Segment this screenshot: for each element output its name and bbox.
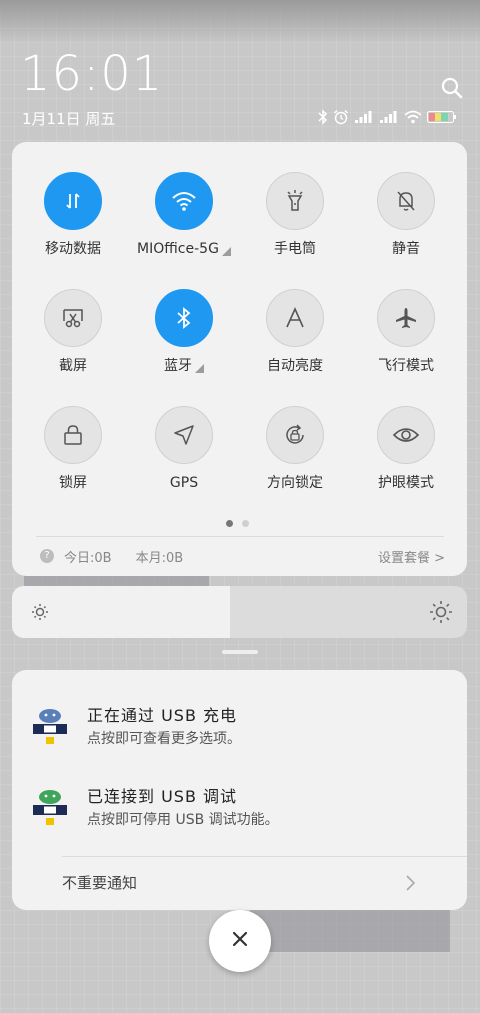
set-plan-link[interactable]: 设置套餐 > — [378, 547, 445, 566]
airplane-icon — [377, 289, 435, 347]
tile-bluetooth[interactable]: 蓝牙 — [129, 289, 239, 375]
screenshot-icon — [44, 289, 102, 347]
auto-brightness-icon — [266, 289, 324, 347]
expand-indicator — [221, 246, 231, 256]
notification-subtitle: 点按即可停用 USB 调试功能。 — [87, 812, 279, 828]
tile-label: MIOffice-5G — [137, 241, 219, 257]
panel-divider — [36, 536, 444, 537]
signal-icon — [354, 110, 374, 124]
close-icon — [231, 930, 249, 952]
notification-title: 已连接到 USB 调试 — [87, 787, 238, 806]
drag-handle[interactable] — [222, 650, 258, 654]
tile-gps[interactable]: GPS — [129, 406, 239, 492]
unimportant-notifications[interactable]: 不重要通知 — [62, 867, 422, 897]
clock: 16:01 — [20, 46, 164, 102]
brightness-high-icon — [429, 600, 453, 628]
date-label: 1月11日 周五 — [22, 110, 116, 128]
tile-label: 护眼模式 — [378, 475, 434, 491]
tile-wifi[interactable]: MIOffice-5G — [129, 172, 239, 258]
quick-settings-panel: 移动数据 MIOffice-5G 手电筒 静音 截屏 蓝牙 自动亮度 飞行模式 … — [12, 142, 467, 576]
tile-label: 移动数据 — [45, 241, 101, 257]
notification-divider — [62, 856, 467, 857]
wifi-icon — [404, 110, 422, 124]
brightness-slider[interactable] — [12, 586, 467, 638]
tile-label: 飞行模式 — [378, 358, 434, 374]
android-love-icon — [30, 785, 70, 829]
rotation-lock-icon — [266, 406, 324, 464]
tile-label: 蓝牙 — [164, 358, 192, 374]
page-indicator — [226, 520, 249, 527]
notification-panel: 正在通过 USB 充电 点按即可查看更多选项。 已连接到 USB 调试 点按即可… — [12, 670, 467, 910]
tile-label: 方向锁定 — [267, 475, 323, 491]
gps-icon — [155, 406, 213, 464]
tile-flashlight[interactable]: 手电筒 — [240, 172, 350, 258]
tile-label: 截屏 — [59, 358, 87, 374]
usage-today: 今日:0B — [64, 550, 112, 566]
notification-usb-charging[interactable]: 正在通过 USB 充电 点按即可查看更多选项。 — [12, 698, 467, 760]
android-love-icon — [30, 704, 70, 748]
tile-eye-care[interactable]: 护眼模式 — [351, 406, 461, 492]
tile-airplane[interactable]: 飞行模式 — [351, 289, 461, 375]
wifi-icon — [155, 172, 213, 230]
signal-icon-2 — [379, 110, 399, 124]
bluetooth-icon — [155, 289, 213, 347]
page-dot-active — [226, 520, 233, 527]
page-dot — [242, 520, 249, 527]
tile-label: 自动亮度 — [267, 358, 323, 374]
brightness-low-icon — [30, 602, 50, 626]
notification-title: 正在通过 USB 充电 — [87, 706, 238, 725]
silent-icon — [377, 172, 435, 230]
eye-icon — [377, 406, 435, 464]
status-area: 16:01 1月11日 周五 — [0, 0, 480, 132]
tile-label: 锁屏 — [59, 475, 87, 491]
tile-label: 静音 — [392, 241, 420, 257]
tile-auto-brightness[interactable]: 自动亮度 — [240, 289, 350, 375]
notification-subtitle: 点按即可查看更多选项。 — [87, 731, 241, 747]
tile-silent[interactable]: 静音 — [351, 172, 461, 258]
tile-lock-screen[interactable]: 锁屏 — [18, 406, 128, 492]
battery-icon — [427, 110, 457, 124]
mobile-data-icon — [44, 172, 102, 230]
tile-label: GPS — [169, 475, 199, 491]
tile-rotation-lock[interactable]: 方向锁定 — [240, 406, 350, 492]
data-usage-row: ? 今日:0B 本月:0B 设置套餐 > — [40, 546, 445, 566]
tile-mobile-data[interactable]: 移动数据 — [18, 172, 128, 258]
expand-indicator — [195, 363, 204, 373]
alarm-icon — [333, 109, 349, 125]
search-icon[interactable] — [440, 76, 464, 100]
bluetooth-icon — [318, 109, 328, 125]
usage-month: 本月:0B — [135, 550, 184, 566]
chevron-right-icon[interactable] — [404, 874, 416, 896]
tile-label: 手电筒 — [274, 241, 316, 257]
tile-screenshot[interactable]: 截屏 — [18, 289, 128, 375]
clear-notifications-button[interactable] — [209, 910, 271, 972]
lock-icon — [44, 406, 102, 464]
help-icon[interactable]: ? — [40, 549, 54, 563]
system-icons — [318, 106, 468, 128]
flashlight-icon — [266, 172, 324, 230]
notification-usb-debugging[interactable]: 已连接到 USB 调试 点按即可停用 USB 调试功能。 — [12, 779, 467, 841]
